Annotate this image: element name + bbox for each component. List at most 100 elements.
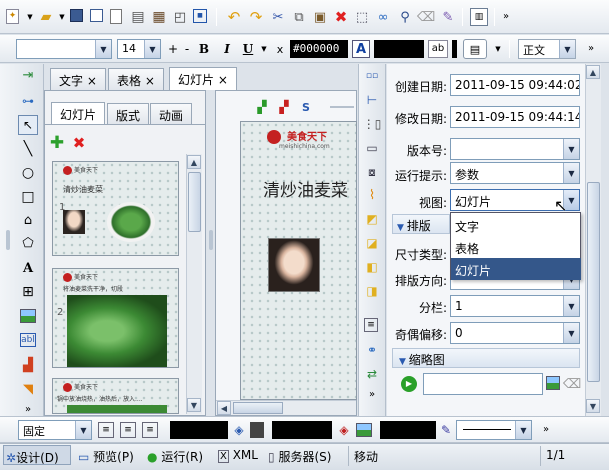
paste-icon[interactable]: ▣ [312, 9, 328, 25]
toolbar-overflow-icon[interactable]: » [498, 9, 514, 25]
background-image-icon[interactable] [356, 423, 372, 437]
view-option-text[interactable]: 文字 [451, 214, 581, 236]
border-color-swatch[interactable] [380, 421, 436, 439]
connector-icon[interactable]: ⊶ [20, 93, 36, 109]
slide-color-icon[interactable]: ▞ [254, 99, 270, 115]
strikethrough-icon[interactable]: x [272, 41, 288, 57]
freeform-tool-icon[interactable]: ⬠ [20, 235, 36, 251]
hierarchy-icon[interactable]: ⊢ [364, 92, 380, 108]
ellipse-tool-icon[interactable]: ○ [20, 165, 36, 181]
tab-text[interactable]: 文字 × [50, 68, 106, 90]
save-as-icon[interactable] [90, 9, 103, 22]
clear-icon[interactable]: ⌫ [563, 376, 581, 392]
xml-button[interactable]: X XML [218, 445, 258, 465]
layout-section-header[interactable]: ▼ 排版 [392, 214, 450, 234]
delete-slide-icon[interactable]: ✖ [71, 135, 87, 151]
format-brush-icon[interactable]: ✎ [440, 9, 456, 25]
swap-icon[interactable]: ⇄ [364, 366, 380, 382]
scroll-thumb[interactable] [188, 172, 201, 232]
line-color-swatch[interactable] [272, 421, 332, 439]
select-all-icon[interactable]: ⬚ [354, 9, 370, 25]
bold-button[interactable]: B [196, 41, 212, 57]
chart-tool-icon[interactable]: ▟ [20, 357, 36, 373]
highlight-swatch[interactable] [452, 40, 457, 58]
slide-list-scrollbar[interactable]: ▲ ▼ [186, 154, 202, 414]
font-color-icon[interactable]: A [352, 40, 370, 58]
insert-icon[interactable]: ⇥ [20, 67, 36, 83]
scroll-down-icon[interactable]: ▼ [586, 399, 600, 413]
open-folder-icon[interactable]: ▰ [38, 9, 54, 25]
thumbnail-section-header[interactable]: ▼ 缩略图 [392, 348, 580, 368]
delete-icon[interactable]: ✖ [333, 9, 349, 25]
subtab-animation[interactable]: 动画 [150, 103, 193, 124]
view-dropdown-list[interactable]: 文字 表格 幻灯片 [450, 212, 581, 280]
save-icon[interactable] [70, 9, 83, 22]
new-document-icon[interactable]: ✦ [6, 9, 19, 24]
tab-table[interactable]: 表格 × [108, 68, 164, 90]
decrease-font-button[interactable]: - [179, 41, 195, 57]
scroll-up-icon[interactable]: ▲ [586, 65, 600, 79]
scroll-left-icon[interactable]: ◀ [217, 401, 231, 415]
window-icon[interactable]: ▥ [470, 8, 488, 26]
preview-button[interactable]: ▭ 预览(P) [78, 445, 134, 465]
splitter-handle[interactable] [209, 230, 213, 250]
font-color-swatch[interactable] [374, 40, 424, 58]
position-select[interactable]: 固定 ▼ [18, 420, 92, 440]
columns-select[interactable]: 1 ▼ [450, 295, 580, 317]
view-option-slides[interactable]: 幻灯片 [451, 258, 581, 280]
align-dropdown-icon[interactable]: ▼ [490, 41, 506, 57]
odd-offset-select[interactable]: 0 ▼ [450, 322, 580, 344]
eraser-icon[interactable]: ⌫ [417, 9, 435, 25]
scroll-down-icon[interactable]: ▼ [187, 398, 201, 412]
image-tool-icon[interactable] [20, 309, 36, 323]
scroll-thumb[interactable] [587, 182, 600, 382]
align-center-icon[interactable]: ≡ [120, 422, 136, 438]
align-icon[interactable]: ▤ [463, 39, 487, 59]
design-button[interactable]: ✲设计(D) [3, 445, 71, 465]
page-icon[interactable] [110, 9, 122, 24]
run-hint-select[interactable]: 参数 ▼ [450, 162, 580, 184]
underline-button[interactable]: U [240, 41, 256, 57]
fill-color-preview[interactable] [250, 422, 264, 438]
font-family-select[interactable]: ▼ [16, 39, 112, 59]
slide-thumbnail[interactable]: 美食天下 清炒油麦菜 1 [52, 161, 179, 256]
subtab-slides[interactable]: 幻灯片 [51, 102, 106, 124]
text-tool-icon[interactable]: A [20, 260, 36, 276]
redo-icon[interactable]: ↷ [248, 9, 264, 25]
send-back-icon[interactable]: ◨ [364, 283, 380, 299]
arrow-tool-icon[interactable]: ◥ [20, 381, 36, 397]
view-mode-select[interactable]: 正文 ▼ [518, 39, 576, 59]
view-option-table[interactable]: 表格 [451, 236, 581, 258]
version-select[interactable]: ▼ [450, 138, 580, 160]
border-color-icon[interactable]: ✎ [438, 422, 454, 438]
cut-icon[interactable]: ✂ [270, 9, 286, 25]
scroll-thumb[interactable] [233, 402, 283, 414]
line-color-icon[interactable]: ◈ [336, 422, 352, 438]
bring-front-icon[interactable]: ◧ [364, 259, 380, 275]
undo-icon[interactable]: ↶ [226, 9, 242, 25]
fill-color-icon[interactable]: ◈ [231, 422, 247, 438]
property-icon[interactable]: ⋮▯ [363, 116, 382, 132]
italic-button[interactable]: I [219, 41, 235, 57]
play-icon[interactable]: ▶ [401, 376, 417, 392]
fill-color-swatch[interactable] [170, 421, 228, 439]
clip-icon[interactable]: ⌇ [364, 187, 380, 203]
toolbar-overflow-icon[interactable]: » [364, 387, 380, 403]
frame-icon[interactable]: ■ [193, 9, 207, 23]
toolbar-overflow-icon[interactable]: » [538, 422, 554, 438]
tab-slides[interactable]: 幻灯片 × [169, 67, 237, 90]
link-objects-icon[interactable]: ⚭ [364, 342, 380, 358]
align-left-icon[interactable]: ≡ [98, 422, 114, 438]
print-setup-icon[interactable]: ▦ [151, 9, 167, 25]
table-tool-icon[interactable]: ⊞ [20, 284, 36, 300]
pointer-icon[interactable]: ↖ [18, 115, 38, 135]
align-right-icon[interactable]: ≡ [142, 422, 158, 438]
slide-canvas[interactable]: 美食天下 meishichina.com 清炒油麦菜 [240, 121, 357, 400]
copy-icon[interactable]: ⧉ [291, 9, 307, 25]
add-slide-icon[interactable]: ✚ [49, 134, 65, 151]
label-tool-icon[interactable]: abl [20, 333, 36, 347]
modified-date-field[interactable]: 2011-09-15 09:44:14 [450, 106, 580, 128]
font-size-select[interactable]: 14 ▼ [117, 39, 161, 59]
send-backward-icon[interactable]: ◪ [364, 235, 380, 251]
link-icon[interactable]: ∞ [375, 9, 391, 25]
